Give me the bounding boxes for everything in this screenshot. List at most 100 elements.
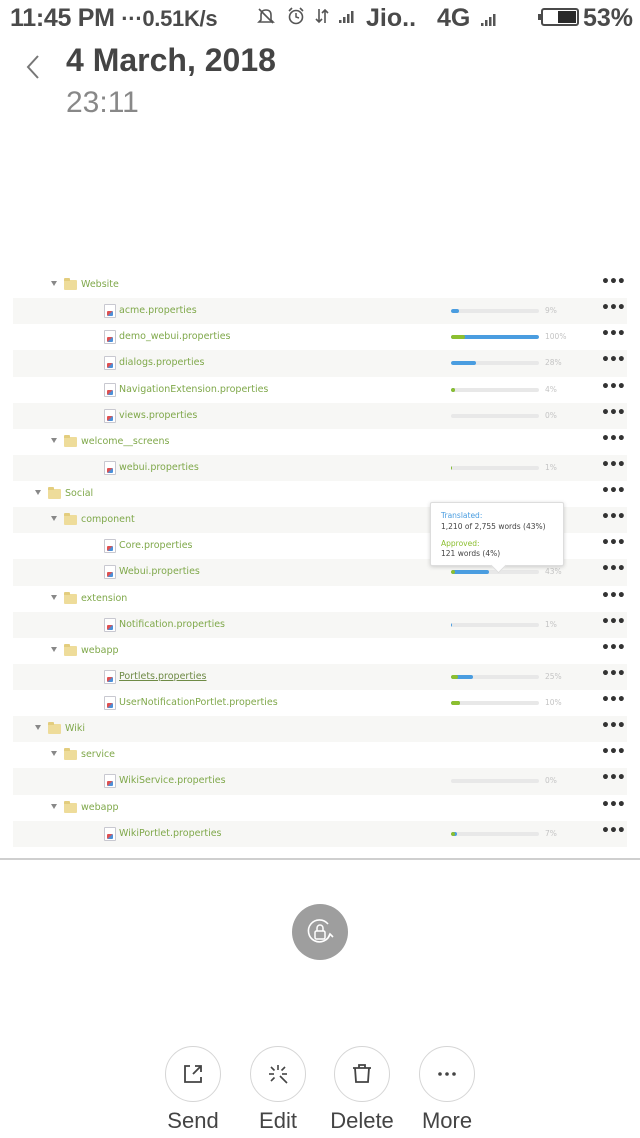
approved-fill <box>451 387 455 392</box>
expand-arrow-icon[interactable] <box>51 594 57 600</box>
row-menu-button[interactable]: ••• <box>601 405 626 421</box>
data-transfer-icon <box>315 8 329 24</box>
progress-bar[interactable] <box>451 674 539 679</box>
folder-name[interactable]: welcome__screens <box>81 436 169 447</box>
file-row[interactable]: demo_webui.properties 100% ••• <box>13 324 627 350</box>
folder-name[interactable]: webapp <box>81 802 119 813</box>
row-menu-button[interactable]: ••• <box>601 379 626 395</box>
file-row[interactable]: WikiService.properties 0% ••• <box>13 768 627 795</box>
file-row[interactable]: Portlets.properties 25% ••• <box>13 663 627 690</box>
row-menu-button[interactable]: ••• <box>601 718 626 734</box>
folder-name[interactable]: Website <box>81 279 119 290</box>
file-name-link[interactable]: NavigationExtension.properties <box>119 384 268 395</box>
row-menu-button[interactable]: ••• <box>601 352 626 368</box>
approved-fill <box>451 465 453 470</box>
row-menu-button[interactable]: ••• <box>601 431 626 447</box>
folder-name[interactable]: Social <box>65 488 93 499</box>
row-menu-button[interactable]: ••• <box>601 797 626 813</box>
row-menu-button[interactable]: ••• <box>601 300 626 316</box>
folder-row[interactable]: Wiki ••• <box>13 716 627 743</box>
expand-arrow-icon[interactable] <box>35 725 41 731</box>
row-menu-button[interactable]: ••• <box>601 483 626 499</box>
row-menu-button[interactable]: ••• <box>601 823 626 839</box>
file-name-link[interactable]: dialogs.properties <box>119 357 204 368</box>
file-name-link[interactable]: WikiService.properties <box>119 775 226 786</box>
progress-bar[interactable] <box>451 361 539 366</box>
row-menu-button[interactable]: ••• <box>601 614 626 630</box>
file-name-link[interactable]: demo_webui.properties <box>119 331 231 342</box>
folder-row[interactable]: webapp ••• <box>13 638 627 664</box>
file-row[interactable]: WikiPortlet.properties 7% ••• <box>13 820 627 847</box>
expand-arrow-icon[interactable] <box>35 490 41 495</box>
progress-bar[interactable] <box>451 413 539 418</box>
more-button[interactable]: More <box>419 1046 475 1133</box>
progress-bar[interactable] <box>451 831 539 836</box>
folder-row[interactable]: extension ••• <box>13 586 627 612</box>
progress-bar[interactable] <box>451 387 539 392</box>
row-menu-button[interactable]: ••• <box>601 666 626 682</box>
expand-arrow-icon[interactable] <box>51 281 57 286</box>
file-name-link[interactable]: acme.properties <box>119 305 197 316</box>
row-menu-button[interactable]: ••• <box>601 457 626 473</box>
rotate-lock-button[interactable] <box>292 904 348 960</box>
progress-bar[interactable] <box>451 622 539 627</box>
folder-name[interactable]: extension <box>81 593 127 604</box>
row-menu-button[interactable]: ••• <box>601 640 626 656</box>
expand-arrow-icon[interactable] <box>51 516 57 522</box>
file-row[interactable]: webui.properties 1% ••• <box>13 454 627 481</box>
expand-arrow-icon[interactable] <box>51 437 57 443</box>
folder-name[interactable]: service <box>81 749 115 760</box>
row-menu-button[interactable]: ••• <box>601 561 626 577</box>
row-menu-button[interactable]: ••• <box>601 744 626 760</box>
row-menu-button[interactable]: ••• <box>601 535 626 551</box>
folder-name[interactable]: component <box>81 514 135 525</box>
folder-row[interactable]: service ••• <box>13 742 627 768</box>
row-menu-button[interactable]: ••• <box>601 509 626 525</box>
file-row[interactable]: views.properties 0% ••• <box>13 402 627 429</box>
folder-icon <box>64 748 77 761</box>
file-name-link[interactable]: WikiPortlet.properties <box>119 828 222 839</box>
progress-tooltip: Translated: 1,210 of 2,755 words (43%) A… <box>430 502 564 574</box>
row-menu-button[interactable]: ••• <box>601 588 626 604</box>
row-menu-button[interactable]: ••• <box>601 770 626 786</box>
folder-row[interactable]: welcome__screens ••• <box>13 429 627 455</box>
file-name-link[interactable]: Notification.properties <box>119 619 225 630</box>
progress-bar[interactable] <box>451 701 539 705</box>
expand-arrow-icon[interactable] <box>51 646 57 652</box>
folder-name[interactable]: webapp <box>81 645 119 656</box>
expand-arrow-icon[interactable] <box>51 751 57 757</box>
edit-button[interactable]: Edit <box>250 1046 306 1133</box>
row-menu-button[interactable]: ••• <box>601 692 626 708</box>
file-name-link[interactable]: Core.properties <box>119 540 193 551</box>
progress-bar[interactable] <box>451 335 539 340</box>
trash-icon <box>353 1064 371 1083</box>
file-name-link[interactable]: UserNotificationPortlet.properties <box>119 697 278 708</box>
progress-percent: 0% <box>545 776 557 786</box>
file-name-link[interactable]: Portlets.properties <box>119 671 207 682</box>
file-row[interactable]: NavigationExtension.properties 4% ••• <box>13 377 627 403</box>
folder-row[interactable]: Website ••• <box>13 272 627 298</box>
carrier-name: Jio.. <box>366 4 417 32</box>
file-row[interactable]: dialogs.properties 28% ••• <box>13 350 627 377</box>
file-row[interactable]: UserNotificationPortlet.properties 10% ••• <box>13 690 627 716</box>
progress-bar[interactable] <box>451 779 539 784</box>
progress-percent: 9% <box>545 306 557 316</box>
progress-bar[interactable] <box>451 570 539 575</box>
row-menu-button[interactable]: ••• <box>601 274 626 290</box>
expand-arrow-icon[interactable] <box>51 803 57 809</box>
progress-bar[interactable] <box>451 465 539 470</box>
folder-row[interactable]: webapp ••• <box>13 795 627 821</box>
signal-icon <box>481 14 496 26</box>
delete-button[interactable]: Delete <box>330 1046 394 1133</box>
progress-bar[interactable] <box>451 309 539 314</box>
rotate-lock-icon <box>307 919 334 943</box>
row-menu-button[interactable]: ••• <box>601 326 626 342</box>
file-name-link[interactable]: webui.properties <box>119 462 199 473</box>
folder-name[interactable]: Wiki <box>65 723 85 734</box>
file-name-link[interactable]: views.properties <box>119 410 197 421</box>
file-row[interactable]: Notification.properties 1% ••• <box>13 611 627 638</box>
file-row[interactable]: acme.properties 9% ••• <box>13 298 627 325</box>
file-name-link[interactable]: Webui.properties <box>119 566 200 577</box>
back-button[interactable] <box>22 52 46 82</box>
send-button[interactable]: Send <box>165 1046 221 1133</box>
